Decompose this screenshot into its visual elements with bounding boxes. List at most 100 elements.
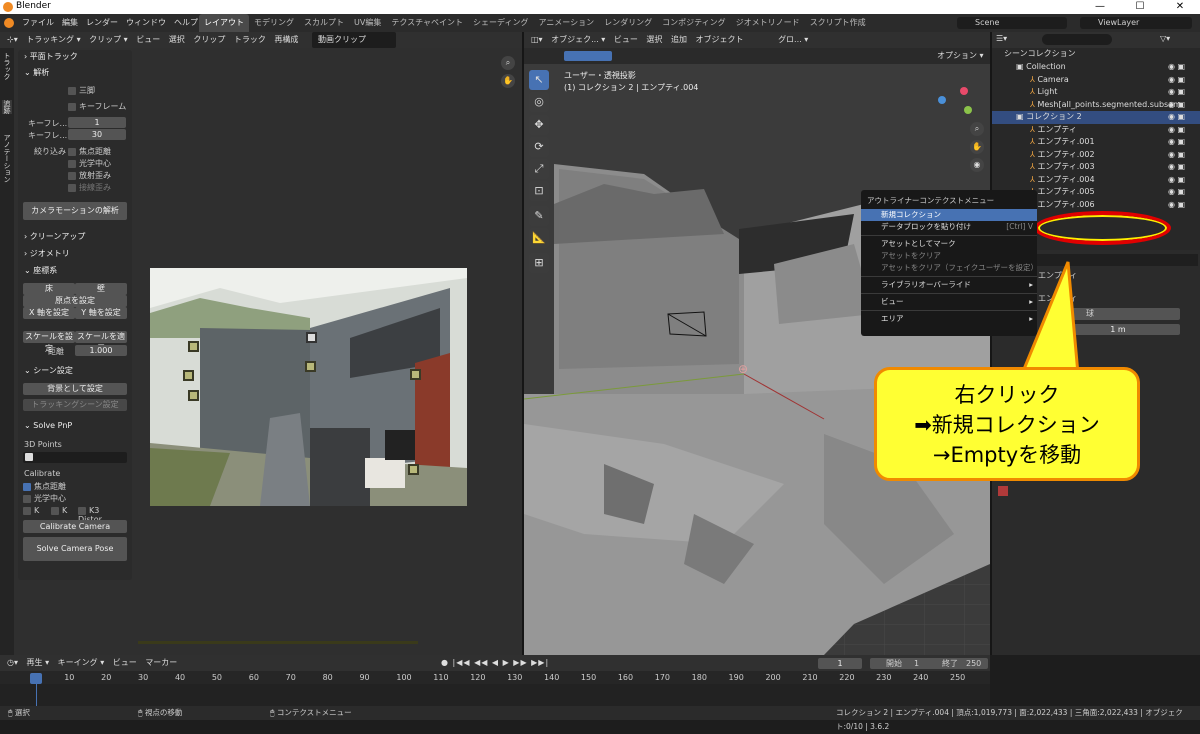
gizmo-y-icon[interactable] bbox=[964, 106, 972, 114]
context-menu-item[interactable]: アセットをクリア bbox=[861, 250, 1037, 262]
menu-keying[interactable]: キーイング ▾ bbox=[55, 655, 108, 671]
current-frame-field[interactable]: 1 bbox=[818, 658, 862, 669]
tab-scripting[interactable]: スクリプト作成 bbox=[805, 14, 871, 32]
start-frame-field[interactable]: 1 bbox=[914, 658, 919, 669]
solve-camera-pose-button[interactable]: Solve Camera Pose bbox=[23, 537, 127, 561]
calibrate-focal-checkbox[interactable]: 焦点距離 bbox=[23, 481, 66, 492]
section-cleanup[interactable]: › クリーンアップ bbox=[18, 230, 85, 244]
select-box-tool-icon[interactable]: ↖ bbox=[529, 70, 549, 90]
menu-playback[interactable]: 再生 ▾ bbox=[24, 655, 53, 671]
outliner-row[interactable]: ⅄ エンプティ.001 ◉ ▣ bbox=[992, 136, 1200, 149]
options-dropdown[interactable]: オプション ▾ bbox=[934, 48, 987, 64]
tab-geometry-nodes[interactable]: ジオメトリノード bbox=[731, 14, 805, 32]
menu-edit[interactable]: 編集 bbox=[58, 14, 82, 32]
tab-annotation[interactable]: アノテーション bbox=[2, 134, 12, 183]
outliner-row[interactable]: ⅄ エンプティ.003 ◉ ▣ bbox=[992, 161, 1200, 174]
menu-select[interactable]: 選択 bbox=[643, 32, 665, 48]
active-track-marker[interactable] bbox=[306, 332, 317, 343]
maximize-button[interactable]: ☐ bbox=[1120, 0, 1160, 14]
menu-add[interactable]: 追加 bbox=[668, 32, 690, 48]
filter-icon[interactable]: ▽▾ bbox=[1160, 34, 1170, 43]
minimize-button[interactable]: — bbox=[1080, 0, 1120, 14]
refine-tangential-checkbox[interactable]: 接線歪み bbox=[68, 182, 111, 193]
section-plane-track[interactable]: › 平面トラック bbox=[18, 50, 132, 64]
section-scene-setup[interactable]: ⌄ シーン設定 bbox=[18, 364, 73, 378]
solve-camera-motion-button[interactable]: カメラモーションの解析 bbox=[23, 202, 127, 220]
set-y-axis-button[interactable]: Y 軸を設定 bbox=[75, 307, 127, 319]
keyframe-b-field[interactable]: 30 bbox=[68, 129, 126, 140]
tab-modeling[interactable]: モデリング bbox=[249, 14, 299, 32]
calibrate-optical-checkbox[interactable]: 光学中心 bbox=[23, 493, 66, 504]
track-marker[interactable] bbox=[188, 341, 199, 352]
transform-tool-icon[interactable]: ⊡ bbox=[529, 181, 549, 201]
select-mode-icons[interactable] bbox=[564, 51, 612, 61]
close-button[interactable]: ✕ bbox=[1160, 0, 1200, 14]
outliner-row[interactable]: ⅄ エンプティ.004 ◉ ▣ bbox=[992, 174, 1200, 187]
clip-view-dropdown[interactable]: クリップ ▾ bbox=[86, 32, 131, 48]
visibility-eye-icon[interactable]: ◉ ▣ bbox=[1168, 99, 1185, 112]
playhead[interactable] bbox=[30, 673, 42, 684]
viewlayer-selector[interactable]: ViewLayer bbox=[1080, 17, 1192, 29]
k2-checkbox[interactable]: K bbox=[51, 506, 67, 515]
context-menu-item[interactable]: ビュー ▸ bbox=[861, 296, 1037, 308]
visibility-eye-icon[interactable]: ◉ ▣ bbox=[1168, 61, 1185, 74]
set-wall-button[interactable]: 壁 bbox=[75, 283, 127, 295]
add-cube-tool-icon[interactable]: ⊞ bbox=[529, 253, 549, 273]
set-x-axis-button[interactable]: X 軸を設定 bbox=[23, 307, 75, 319]
context-menu-item[interactable]: ライブラリオーバーライド ▸ bbox=[861, 279, 1037, 291]
distance-field[interactable]: 1.000 bbox=[75, 345, 127, 356]
refine-focal-checkbox[interactable]: 焦点距離 bbox=[68, 146, 111, 157]
outliner-row[interactable]: ⅄ Light ◉ ▣ bbox=[992, 86, 1200, 99]
gizmo-x-icon[interactable] bbox=[960, 87, 968, 95]
hand-icon[interactable]: ✋ bbox=[501, 74, 515, 88]
tab-shading[interactable]: シェーディング bbox=[468, 14, 533, 32]
k1-checkbox[interactable]: K bbox=[23, 506, 39, 515]
refine-radial-checkbox[interactable]: 放射歪み bbox=[68, 170, 111, 181]
menu-clip-select[interactable]: 選択 bbox=[166, 32, 188, 48]
visibility-eye-icon[interactable]: ◉ ▣ bbox=[1168, 111, 1185, 124]
tab-rendering[interactable]: レンダリング bbox=[599, 14, 657, 32]
measure-tool-icon[interactable]: 📐 bbox=[529, 228, 549, 248]
set-floor-button[interactable]: 床 bbox=[23, 283, 75, 295]
viewport-hand-icon[interactable]: ✋ bbox=[970, 140, 984, 154]
context-menu-item[interactable]: アセットをクリア（フェイクユーザーを設定） bbox=[861, 262, 1038, 274]
scale-tool-icon[interactable]: ⤢ bbox=[529, 159, 549, 179]
end-frame-field[interactable]: 250 bbox=[966, 658, 981, 669]
outliner-row[interactable]: ⅄ Camera ◉ ▣ bbox=[992, 74, 1200, 87]
track-marker[interactable] bbox=[305, 361, 316, 372]
scene-selector[interactable]: Scene bbox=[957, 17, 1067, 29]
visibility-eye-icon[interactable]: ◉ ▣ bbox=[1168, 149, 1185, 162]
outliner-row[interactable]: ⅄ エンプティ.002 ◉ ▣ bbox=[992, 149, 1200, 162]
calibrate-camera-button[interactable]: Calibrate Camera bbox=[23, 520, 127, 533]
outliner-scene-collection[interactable]: シーンコレクション bbox=[1004, 48, 1076, 61]
transform-orientation-dropdown[interactable]: グロ... ▾ bbox=[775, 32, 811, 48]
mode-dropdown[interactable]: オブジェク... ▾ bbox=[548, 32, 608, 48]
apply-scale-button[interactable]: スケールを適用 bbox=[75, 331, 127, 353]
cursor-tool-icon[interactable]: ◎ bbox=[529, 92, 549, 112]
visibility-eye-icon[interactable]: ◉ ▣ bbox=[1168, 199, 1185, 212]
menu-view[interactable]: ビュー bbox=[611, 32, 641, 48]
texture-tab-icon[interactable] bbox=[998, 486, 1008, 496]
track-marker[interactable] bbox=[183, 370, 194, 381]
menu-timeline-view[interactable]: ビュー bbox=[110, 655, 140, 671]
outliner-search-input[interactable] bbox=[1042, 34, 1112, 45]
tab-layout[interactable]: レイアウト bbox=[199, 14, 249, 32]
section-geometry[interactable]: › ジオメトリ bbox=[18, 247, 70, 261]
tab-texture-paint[interactable]: テクスチャペイント bbox=[386, 14, 468, 32]
track-marker[interactable] bbox=[408, 464, 419, 475]
track-marker[interactable] bbox=[410, 369, 421, 380]
menu-help[interactable]: ヘルプ bbox=[170, 14, 202, 32]
context-menu-item[interactable]: アセットとしてマーク bbox=[861, 238, 1037, 250]
keyframe-a-field[interactable]: 1 bbox=[68, 117, 126, 128]
clip-frame-image[interactable] bbox=[150, 268, 467, 506]
menu-clip-reconstruct[interactable]: 再構成 bbox=[271, 32, 301, 48]
tripod-checkbox[interactable]: 三脚 bbox=[68, 85, 95, 96]
menu-file[interactable]: ファイル bbox=[18, 14, 58, 32]
menu-clip-clip[interactable]: クリップ bbox=[190, 32, 228, 48]
annotate-tool-icon[interactable]: ✎ bbox=[529, 206, 549, 226]
menu-clip-view[interactable]: ビュー bbox=[133, 32, 163, 48]
blender-menu-icon[interactable] bbox=[4, 18, 14, 28]
viewport-3d[interactable]: ユーザー・透視投影 (1) コレクション 2 | エンプティ.004 ⊕ ⌕ ✋… bbox=[524, 64, 990, 655]
visibility-eye-icon[interactable]: ◉ ▣ bbox=[1168, 186, 1185, 199]
clip-name-field[interactable]: 動画クリップ bbox=[311, 32, 396, 48]
